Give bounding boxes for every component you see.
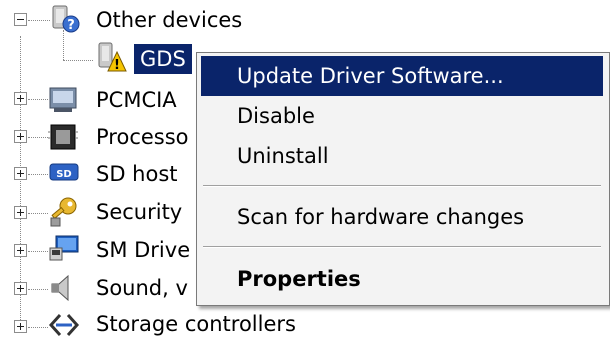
processor-icon xyxy=(48,122,78,150)
expand-toggle[interactable] xyxy=(14,130,27,143)
tree-item-pcmcia[interactable]: PCMCIA xyxy=(96,86,177,114)
tree-item-sound[interactable]: Sound, v xyxy=(96,274,188,302)
svg-text:!: ! xyxy=(114,58,120,73)
menu-item-properties[interactable]: Properties xyxy=(201,259,603,299)
expand-toggle[interactable] xyxy=(14,167,27,180)
expand-toggle[interactable] xyxy=(14,206,27,219)
expand-toggle[interactable] xyxy=(14,320,27,333)
unknown-device-icon: ? xyxy=(50,4,80,33)
expand-toggle[interactable] xyxy=(14,244,27,257)
collapse-toggle[interactable] xyxy=(14,13,27,26)
menu-item-uninstall[interactable]: Uninstall xyxy=(201,136,603,176)
context-menu: Update Driver Software... Disable Uninst… xyxy=(196,52,610,306)
svg-text:?: ? xyxy=(67,18,75,33)
speaker-icon xyxy=(48,273,76,302)
storage-controller-icon xyxy=(48,312,80,340)
security-key-icon xyxy=(48,196,77,227)
tree-item-storage-controllers[interactable]: Storage controllers xyxy=(96,310,296,338)
tree-item-sm-driver[interactable]: SM Drive xyxy=(96,236,190,264)
menu-separator xyxy=(203,246,601,248)
tree-connector-line xyxy=(63,30,64,60)
tree-item-other-devices[interactable]: Other devices xyxy=(96,6,242,34)
menu-item-update-driver[interactable]: Update Driver Software... xyxy=(201,56,603,96)
tree-item-security[interactable]: Security xyxy=(96,198,182,226)
expand-toggle[interactable] xyxy=(14,282,27,295)
tree-item-processors[interactable]: Processo xyxy=(96,123,189,151)
svg-text:SD: SD xyxy=(56,169,72,180)
tree-connector-line xyxy=(63,60,93,61)
menu-separator xyxy=(203,185,601,187)
tree-item-gds-selected[interactable]: GDS xyxy=(134,44,192,74)
expand-toggle[interactable] xyxy=(14,92,27,105)
menu-item-disable[interactable]: Disable xyxy=(201,96,603,136)
sm-driver-icon xyxy=(48,234,79,262)
menu-item-scan-hardware[interactable]: Scan for hardware changes xyxy=(201,197,603,237)
tree-item-sd-host[interactable]: SD host xyxy=(96,160,178,188)
pcmcia-icon xyxy=(48,85,77,113)
sd-host-icon: SD xyxy=(48,158,79,186)
warning-device-icon: ! xyxy=(95,42,127,73)
